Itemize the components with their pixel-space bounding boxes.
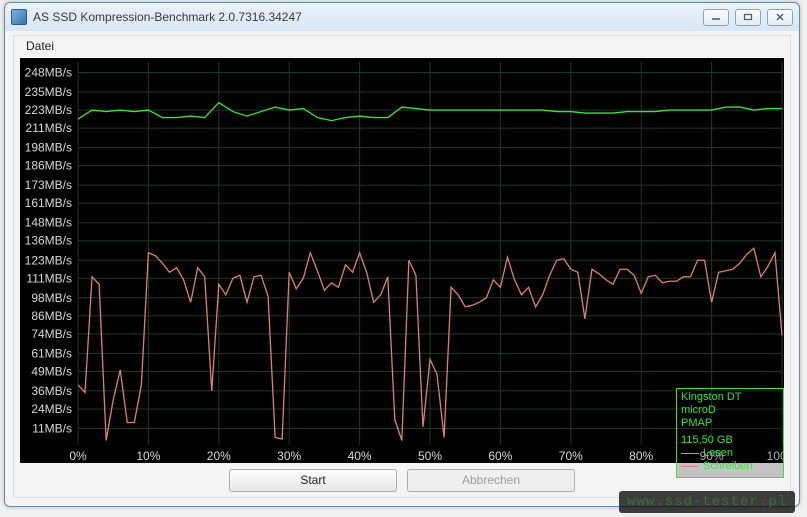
legend-write-swatch xyxy=(681,466,699,467)
menubar: Datei xyxy=(14,36,790,56)
svg-text:136MB/s: 136MB/s xyxy=(25,234,72,248)
svg-text:24MB/s: 24MB/s xyxy=(31,402,72,416)
svg-text:198MB/s: 198MB/s xyxy=(25,141,72,155)
svg-text:70%: 70% xyxy=(559,449,583,463)
minimize-button[interactable] xyxy=(703,9,729,26)
svg-text:49MB/s: 49MB/s xyxy=(31,365,72,379)
svg-text:111MB/s: 111MB/s xyxy=(26,272,72,286)
legend-map: PMAP xyxy=(681,417,779,430)
svg-text:10%: 10% xyxy=(136,449,160,463)
close-button[interactable] xyxy=(767,9,793,26)
app-window: AS SSD Kompression-Benchmark 2.0.7316.34… xyxy=(4,2,800,507)
benchmark-chart: 11MB/s 24MB/s 36MB/s 49MB/s 61MB/s 74MB/s 86MB… xyxy=(20,58,784,463)
client-area: Datei 11MB/s 24MB/s 36MB/s 49MB/s 61MB/s 74MB… xyxy=(13,35,791,498)
app-icon xyxy=(11,9,27,25)
svg-text:235MB/s: 235MB/s xyxy=(25,85,72,99)
svg-text:0%: 0% xyxy=(69,449,87,463)
watermark: www.ssd-tester.pl xyxy=(619,491,795,513)
svg-text:20%: 20% xyxy=(207,449,231,463)
window-title: AS SSD Kompression-Benchmark 2.0.7316.34… xyxy=(33,10,697,24)
svg-text:86MB/s: 86MB/s xyxy=(31,309,72,323)
svg-text:123MB/s: 123MB/s xyxy=(25,253,72,267)
svg-text:30%: 30% xyxy=(277,449,301,463)
legend-write-label: Schreiben xyxy=(703,460,753,473)
legend: Kingston DT microD PMAP 115,50 GB Lesen … xyxy=(676,388,784,478)
legend-read-label: Lesen xyxy=(703,447,733,460)
svg-text:50%: 50% xyxy=(418,449,442,463)
svg-text:40%: 40% xyxy=(348,449,372,463)
legend-read-swatch xyxy=(681,453,699,454)
titlebar: AS SSD Kompression-Benchmark 2.0.7316.34… xyxy=(5,3,799,31)
legend-device: Kingston DT microD xyxy=(681,391,779,417)
svg-text:11MB/s: 11MB/s xyxy=(32,422,72,436)
chart-area: 11MB/s 24MB/s 36MB/s 49MB/s 61MB/s 74MB/s 86MB… xyxy=(20,58,784,463)
svg-text:98MB/s: 98MB/s xyxy=(31,291,72,305)
start-button[interactable]: Start xyxy=(229,469,397,492)
svg-text:148MB/s: 148MB/s xyxy=(25,216,72,230)
window-controls xyxy=(703,9,793,26)
svg-text:248MB/s: 248MB/s xyxy=(25,66,72,80)
legend-capacity: 115,50 GB xyxy=(681,434,779,447)
svg-text:211MB/s: 211MB/s xyxy=(26,121,72,135)
svg-text:161MB/s: 161MB/s xyxy=(25,196,72,210)
cancel-button: Abbrechen xyxy=(407,469,575,492)
legend-write: Schreiben xyxy=(681,460,779,473)
svg-text:186MB/s: 186MB/s xyxy=(25,159,72,173)
menu-file[interactable]: Datei xyxy=(20,37,60,55)
svg-text:74MB/s: 74MB/s xyxy=(31,327,72,341)
svg-text:61MB/s: 61MB/s xyxy=(31,347,72,361)
svg-text:223MB/s: 223MB/s xyxy=(25,103,72,117)
maximize-button[interactable] xyxy=(735,9,761,26)
svg-text:80%: 80% xyxy=(629,449,653,463)
svg-text:173MB/s: 173MB/s xyxy=(25,178,72,192)
svg-text:36MB/s: 36MB/s xyxy=(31,384,72,398)
legend-read: Lesen xyxy=(681,447,779,460)
svg-text:60%: 60% xyxy=(488,449,512,463)
